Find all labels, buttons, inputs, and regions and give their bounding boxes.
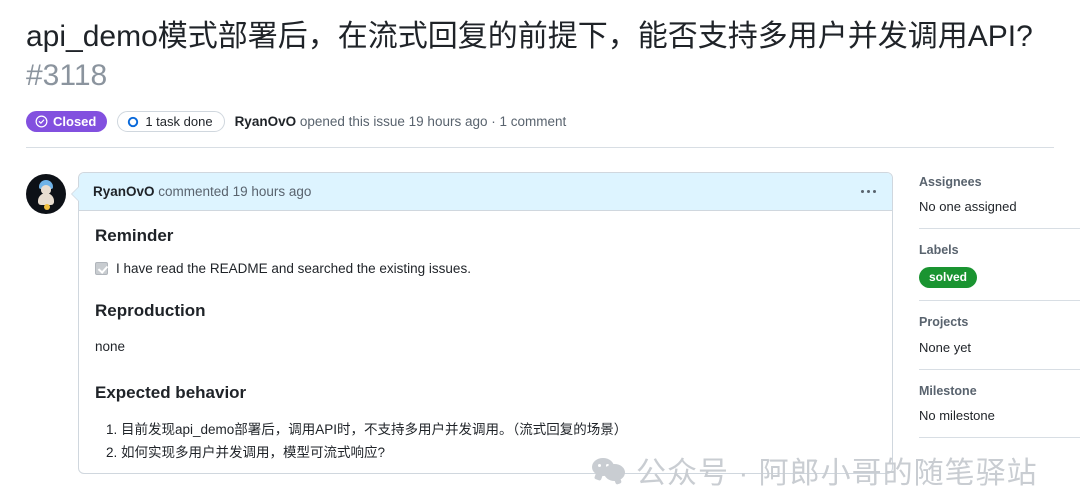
task-checkbox[interactable] — [95, 262, 108, 276]
comment-header-text: RyanOvO commented 19 hours ago — [93, 184, 857, 199]
issue-page: api_demo模式部署后，在流式回复的前提下，能否支持多用户并发调用API? … — [0, 0, 1080, 504]
heading-reminder: Reminder — [95, 225, 174, 245]
reproduction-text: none — [95, 339, 126, 355]
issue-author-link[interactable]: RyanOvO — [235, 114, 297, 129]
issue-header: api_demo模式部署后，在流式回复的前提下，能否支持多用户并发调用API? … — [0, 0, 1080, 135]
expected-behavior-list: 目前发现api_demo部署后，调用API时，不支持多用户并发调用。（流式回复的… — [95, 418, 876, 465]
comment-card: RyanOvO commented 19 hours ago Reminder … — [71, 171, 893, 475]
status-badge[interactable]: Closed — [26, 111, 108, 133]
comment-header: RyanOvO commented 19 hours ago — [79, 172, 892, 211]
sidebar-section-milestone: Milestone No milestone — [919, 368, 1080, 437]
sidebar-bottom-divider — [919, 437, 1080, 439]
reminder-task-label: I have read the README and searched the … — [116, 261, 471, 277]
status-badge-label: Closed — [53, 114, 97, 130]
heading-reproduction: Reproduction — [95, 301, 206, 321]
issue-sidebar: Assignees No one assigned Labels solved … — [893, 172, 1080, 474]
heading-expected-behavior: Expected behavior — [95, 382, 247, 402]
projects-title[interactable]: Projects — [919, 314, 1080, 330]
comment-timestamp: commented 19 hours ago — [154, 183, 312, 199]
tasks-badge[interactable]: 1 task done — [117, 111, 225, 133]
issue-content: RyanOvO commented 19 hours ago Reminder … — [0, 148, 1080, 475]
assignees-title[interactable]: Assignees — [919, 174, 1080, 190]
assignees-value: No one assigned — [919, 199, 1017, 215]
issue-number: #3118 — [26, 59, 108, 93]
avatar[interactable] — [26, 173, 66, 214]
reminder-task-item: I have read the README and searched the … — [95, 261, 876, 276]
comment-options-menu-icon[interactable] — [857, 184, 880, 199]
comment-author-link[interactable]: RyanOvO — [93, 184, 155, 199]
comment-body: Reminder I have read the README and sear… — [79, 211, 892, 473]
sidebar-section-assignees: Assignees No one assigned — [919, 174, 1080, 228]
issue-timeline: RyanOvO commented 19 hours ago Reminder … — [26, 171, 893, 475]
tasks-badge-label: 1 task done — [145, 114, 213, 130]
list-item: 如何实现多用户并发调用，模型可流式响应? — [121, 441, 876, 465]
check-circle-icon — [35, 115, 48, 128]
projects-value: None yet — [919, 339, 972, 355]
labels-title[interactable]: Labels — [919, 242, 1080, 258]
milestone-title[interactable]: Milestone — [919, 383, 1080, 399]
issue-meta-rest: opened this issue 19 hours ago · 1 comme… — [296, 114, 567, 130]
issue-meta-row: Closed 1 task done RyanOvO opened this i… — [26, 109, 1054, 135]
task-circle-icon — [127, 116, 139, 128]
milestone-value: No milestone — [919, 407, 995, 423]
list-item: 目前发现api_demo部署后，调用API时，不支持多用户并发调用。（流式回复的… — [121, 418, 876, 442]
avatar-dot — [44, 203, 50, 210]
issue-meta-text: RyanOvO opened this issue 19 hours ago ·… — [235, 115, 567, 129]
sidebar-section-projects: Projects None yet — [919, 300, 1080, 368]
page-title: api_demo模式部署后，在流式回复的前提下，能否支持多用户并发调用API? — [26, 20, 1033, 53]
sidebar-section-labels: Labels solved — [919, 228, 1080, 300]
label-chip-solved[interactable]: solved — [919, 266, 978, 289]
